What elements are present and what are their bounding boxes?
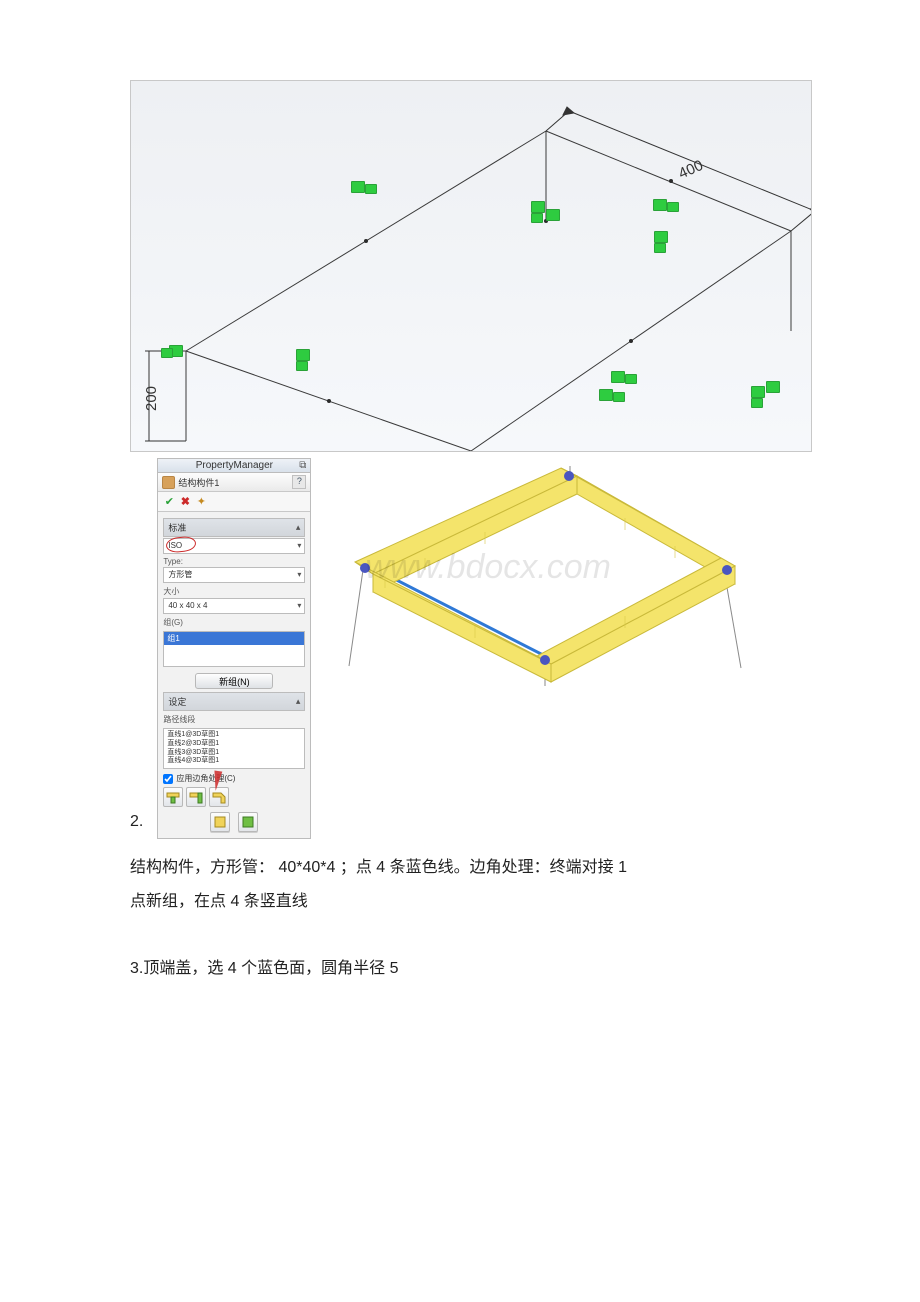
ok-button[interactable]: ✔ (163, 495, 175, 508)
weldment-preview: www.bdocx.com (325, 458, 755, 688)
apply-corner-label: 应用边角处理(C) (176, 773, 235, 784)
corner-end-butt2-button[interactable] (186, 787, 206, 807)
pm-section-label: 标准 (168, 521, 186, 534)
sketch-3d-figure: 200 400 (130, 80, 812, 452)
apply-corner-input[interactable] (163, 774, 173, 784)
pm-section-settings[interactable]: 设定 ▴ (163, 692, 305, 711)
dim-height: 200 (143, 386, 160, 411)
collapse-icon[interactable]: ▴ (296, 696, 301, 707)
pm-section-selection[interactable]: 标准 ▴ (163, 518, 305, 537)
segment-item[interactable]: 直线4@3D草图1 (167, 757, 301, 766)
constraint-marker (751, 398, 763, 408)
constraint-marker (654, 243, 666, 253)
segment-item[interactable]: 直线2@3D草图1 (167, 740, 301, 749)
step2-line1: 结构构件，方形管： 40*40*4 ；点 4 条蓝色线。边角处理：终端对接 1 (130, 851, 810, 885)
constraint-marker (296, 349, 310, 361)
sketch-3d-svg (131, 81, 811, 451)
pin-icon[interactable]: ⧉ (299, 460, 306, 471)
structural-member-icon (162, 476, 175, 489)
corner-option-a-button[interactable] (210, 812, 230, 832)
pm-confirm-row: ✔ ✖ ✦ (158, 492, 310, 512)
path-segments-label: 路径线段 (163, 714, 305, 725)
collapse-icon[interactable]: ▴ (296, 522, 301, 533)
constraint-marker (296, 361, 308, 371)
corner-treatment-row-2 (163, 812, 305, 832)
help-icon[interactable]: ? (292, 475, 306, 489)
paragraph-step2: 结构构件，方形管： 40*40*4 ；点 4 条蓝色线。边角处理：终端对接 1 … (130, 851, 810, 918)
constraint-marker (611, 371, 625, 383)
corner-option-b-button[interactable] (238, 812, 258, 832)
pm-feature-name: 结构构件1 (178, 476, 219, 489)
settings-label: 设定 (168, 695, 186, 708)
new-group-button[interactable]: 新组(N) (195, 673, 273, 689)
annotation-circle (166, 535, 197, 553)
constraint-marker (161, 348, 173, 358)
constraint-marker (625, 374, 637, 384)
cancel-button[interactable]: ✖ (179, 495, 191, 508)
segment-item[interactable]: 直线1@3D草图1 (167, 731, 301, 740)
apply-corner-checkbox[interactable]: 应用边角处理(C) (163, 773, 305, 784)
constraint-marker (365, 184, 377, 194)
corner-treatment-row (163, 787, 305, 807)
step3-line: 3.顶端盖，选 4 个蓝色面，圆角半径 5 (130, 952, 810, 986)
constraint-marker (546, 209, 560, 221)
pm-title-text: PropertyManager (196, 460, 273, 471)
constraint-marker (613, 392, 625, 402)
group-item-1[interactable]: 组1 (164, 632, 304, 645)
pushpin-icon[interactable]: ✦ (195, 495, 207, 508)
size-label: 大小 (163, 586, 305, 597)
size-value: 40 x 40 x 4 (168, 601, 207, 610)
constraint-marker (667, 202, 679, 212)
type-dropdown[interactable]: 方形管 (163, 567, 305, 583)
paragraph-step3: 3.顶端盖，选 4 个蓝色面，圆角半径 5 (130, 952, 810, 986)
constraint-marker (654, 231, 668, 243)
constraint-marker (751, 386, 765, 398)
constraint-marker (766, 381, 780, 393)
constraint-marker (351, 181, 365, 193)
step-number-2: 2. (130, 813, 143, 839)
constraint-marker (599, 389, 613, 401)
pm-titlebar: PropertyManager ⧉ (158, 459, 310, 473)
constraint-marker (531, 213, 543, 223)
constraint-marker (653, 199, 667, 211)
pm-feature-row: 结构构件1 ? (158, 473, 310, 492)
step2-line2: 点新组，在点 4 条竖直线 (130, 885, 810, 919)
standard-dropdown[interactable]: ISO (163, 538, 305, 554)
group-listbox[interactable]: 组1 (163, 631, 305, 667)
type-label: Type: (163, 557, 305, 566)
corner-end-butt1-button[interactable] (163, 787, 183, 807)
path-segments-list[interactable]: 直线1@3D草图1 直线2@3D草图1 直线3@3D草图1 直线4@3D草图1 (163, 728, 305, 769)
constraint-marker (531, 201, 545, 213)
property-manager-panel: PropertyManager ⧉ 结构构件1 ? ✔ ✖ ✦ 标准 ▴ ISO (157, 458, 311, 839)
type-value: 方形管 (168, 570, 192, 579)
size-dropdown[interactable]: 40 x 40 x 4 (163, 598, 305, 614)
group-label: 组(G) (163, 617, 305, 628)
segment-item[interactable]: 直线3@3D草图1 (167, 749, 301, 758)
